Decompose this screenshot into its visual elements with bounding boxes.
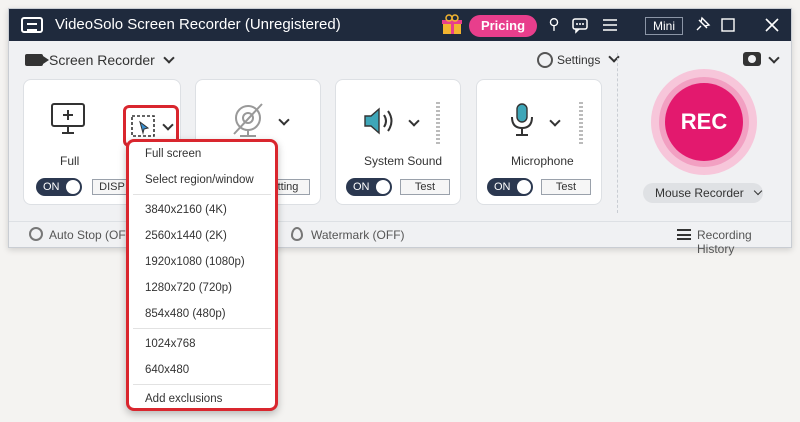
watermark-button[interactable]: Watermark (OFF) bbox=[311, 228, 405, 242]
mode-toolbar: Screen Recorder Settings bbox=[9, 49, 791, 75]
system-sound-toggle[interactable]: ON bbox=[346, 178, 392, 196]
settings-label: Settings bbox=[557, 53, 601, 67]
app-logo-icon bbox=[21, 17, 43, 33]
menu-icon[interactable] bbox=[601, 16, 619, 34]
microphone-toggle[interactable]: ON bbox=[487, 178, 533, 196]
microphone-label: Microphone bbox=[511, 154, 574, 168]
mini-mode-button[interactable]: Mini bbox=[645, 17, 683, 35]
menu-item-480p[interactable]: 854x480 (480p) bbox=[145, 308, 226, 320]
chevron-down-icon[interactable] bbox=[768, 52, 780, 64]
microphone-test-button[interactable]: Test bbox=[541, 179, 591, 195]
menu-item-add-exclusions[interactable]: Add exclusions bbox=[145, 393, 222, 405]
settings-button[interactable]: Settings bbox=[557, 51, 620, 67]
menu-item-720p[interactable]: 1280x720 (720p) bbox=[145, 282, 232, 294]
recording-history-button[interactable]: Recording History bbox=[697, 228, 791, 256]
menu-separator bbox=[133, 384, 271, 385]
microphone-icon[interactable] bbox=[507, 102, 537, 138]
chevron-down-icon bbox=[163, 52, 175, 64]
speaker-icon[interactable] bbox=[362, 104, 400, 138]
list-icon bbox=[677, 229, 691, 240]
monitor-icon[interactable] bbox=[50, 102, 86, 136]
menu-item-4k[interactable]: 3840x2160 (4K) bbox=[145, 204, 227, 216]
screenshot-icon[interactable] bbox=[743, 52, 761, 66]
mode-selector[interactable]: Screen Recorder bbox=[49, 52, 175, 68]
mouse-recorder-label: Mouse Recorder bbox=[655, 186, 744, 200]
divider bbox=[617, 53, 618, 213]
mode-label: Screen Recorder bbox=[49, 52, 155, 68]
menu-separator bbox=[133, 194, 271, 195]
window-title: VideoSolo Screen Recorder (Unregistered) bbox=[55, 16, 341, 33]
close-icon[interactable] bbox=[763, 16, 781, 34]
menu-item-full-screen[interactable]: Full screen bbox=[145, 148, 201, 160]
key-icon[interactable]: ⚲ bbox=[545, 16, 563, 34]
feedback-icon[interactable] bbox=[571, 16, 589, 34]
volume-meter bbox=[436, 102, 440, 144]
gift-icon[interactable] bbox=[441, 14, 463, 36]
rec-button[interactable]: REC bbox=[665, 83, 743, 161]
video-camera-icon bbox=[25, 54, 49, 66]
menu-item-1080p[interactable]: 1920x1080 (1080p) bbox=[145, 256, 245, 268]
chevron-down-icon bbox=[162, 119, 174, 131]
menu-item-2k[interactable]: 2560x1440 (2K) bbox=[145, 230, 227, 242]
chevron-down-icon[interactable] bbox=[278, 114, 290, 126]
rec-button-ring: REC bbox=[659, 77, 749, 167]
watermark-icon bbox=[291, 227, 303, 241]
system-sound-label: System Sound bbox=[364, 154, 443, 168]
system-sound-test-button[interactable]: Test bbox=[400, 179, 450, 195]
display-label: Full bbox=[60, 154, 80, 168]
menu-separator bbox=[133, 328, 271, 329]
microphone-card: Microphone ON Test bbox=[476, 79, 602, 205]
mouse-recorder-button[interactable]: Mouse Recorder bbox=[643, 183, 763, 203]
menu-item-select-region[interactable]: Select region/window bbox=[145, 174, 254, 186]
display-toggle[interactable]: ON bbox=[36, 178, 82, 196]
chevron-down-icon bbox=[753, 186, 763, 196]
pricing-button[interactable]: Pricing bbox=[469, 15, 537, 37]
settings-icon[interactable] bbox=[537, 52, 553, 68]
rec-button-halo: REC bbox=[651, 69, 757, 175]
menu-item-1024x768[interactable]: 1024x768 bbox=[145, 338, 196, 350]
pin-icon[interactable] bbox=[693, 16, 711, 34]
region-dropdown-menu: Full screen Select region/window 3840x21… bbox=[126, 139, 278, 411]
system-sound-card: System Sound ON Test bbox=[335, 79, 461, 205]
mic-level-meter bbox=[579, 102, 583, 144]
clock-icon bbox=[29, 227, 43, 241]
region-cursor-icon bbox=[131, 115, 155, 137]
minimize-icon[interactable] bbox=[719, 16, 737, 34]
webcam-off-icon[interactable] bbox=[230, 102, 270, 140]
chevron-down-icon[interactable] bbox=[408, 115, 420, 127]
chevron-down-icon[interactable] bbox=[549, 115, 561, 127]
title-bar: VideoSolo Screen Recorder (Unregistered)… bbox=[9, 9, 791, 41]
menu-item-640x480[interactable]: 640x480 bbox=[145, 364, 189, 376]
auto-stop-button[interactable]: Auto Stop (OF bbox=[49, 228, 126, 242]
